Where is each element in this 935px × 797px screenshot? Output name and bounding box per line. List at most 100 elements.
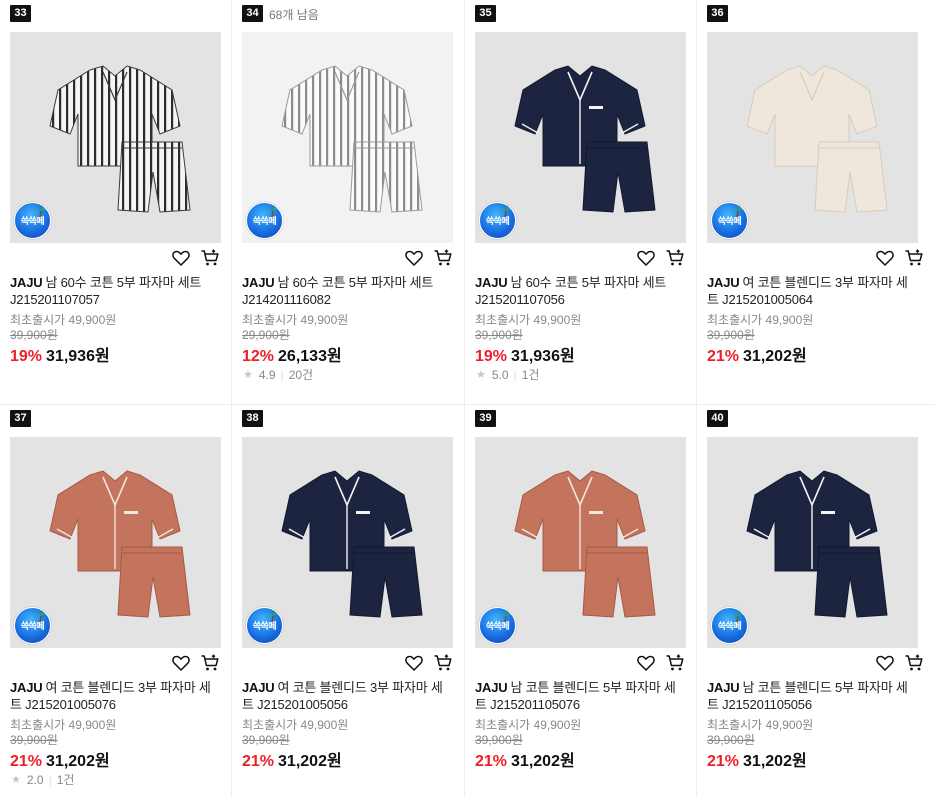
- rank-badge: 40: [707, 410, 728, 427]
- star-icon: ★: [11, 774, 21, 786]
- star-icon: ★: [476, 369, 486, 381]
- product-card[interactable]: 38 쓱쓱페 JAJU 여 코튼 블렌디드 3부 파자마 세트 J2152010…: [232, 405, 465, 797]
- product-thumbnail[interactable]: 쓱쓱페: [10, 32, 221, 243]
- cart-icon[interactable]: [433, 653, 453, 673]
- sale-price: 21% 31,202원: [475, 747, 575, 771]
- product-card[interactable]: 36 쓱쓱페 JAJU 여 코튼 블렌디드 3부 파자마 세트 J2152010…: [697, 0, 935, 405]
- discount-rate: 12%: [242, 348, 275, 365]
- review-count[interactable]: 20건: [289, 366, 313, 383]
- card-actions: [171, 653, 220, 673]
- product-thumbnail[interactable]: 쓱쓱페: [707, 32, 918, 243]
- price: 31,202원: [743, 753, 807, 770]
- product-card[interactable]: 37 쓱쓱페 JAJU 여 코튼 블렌디드 3부 파자마 세트 J2152010…: [0, 405, 232, 797]
- badge-label: 쓱쓱페: [717, 621, 742, 631]
- cart-icon[interactable]: [665, 248, 685, 268]
- cart-icon[interactable]: [200, 248, 220, 268]
- product-card[interactable]: 40 쓱쓱페 JAJU 남 코튼 블렌디드 5부 파자마 세트 J2152011…: [697, 405, 935, 797]
- sale-price: 21% 31,202원: [707, 747, 807, 771]
- product-name[interactable]: JAJU 남 60수 코튼 5부 파자마 세트 J215201107057: [10, 274, 222, 308]
- original-price: 29,900원: [242, 328, 290, 342]
- brand-name: JAJU: [475, 275, 508, 290]
- card-actions: [636, 248, 685, 268]
- cart-icon[interactable]: [904, 248, 924, 268]
- event-badge: 쓱쓱페: [14, 202, 51, 239]
- rank-badge: 33: [10, 5, 31, 22]
- event-badge: 쓱쓱페: [479, 607, 516, 644]
- price: 31,202원: [743, 348, 807, 365]
- brand-name: JAJU: [10, 275, 43, 290]
- heart-icon[interactable]: [171, 248, 191, 268]
- product-name[interactable]: JAJU 여 코튼 블렌디드 3부 파자마 세트 J215201005056: [242, 679, 454, 713]
- product-card[interactable]: 39 쓱쓱페 JAJU 남 코튼 블렌디드 5부 파자마 세트 J2152011…: [465, 405, 697, 797]
- product-card[interactable]: 34 68개 남음 쓱쓱페 JAJU 남 60수 코튼 5부 파자마 세트 J2…: [232, 0, 465, 405]
- sale-price: 21% 31,202원: [10, 747, 110, 771]
- product-thumbnail[interactable]: 쓱쓱페: [242, 32, 453, 243]
- product-card[interactable]: 33 쓱쓱페 JAJU 남 60수 코튼 5부 파자마 세트 J21520110…: [0, 0, 232, 405]
- heart-icon[interactable]: [636, 653, 656, 673]
- divider: |: [48, 772, 52, 787]
- card-actions: [404, 653, 453, 673]
- event-badge: 쓱쓱페: [246, 607, 283, 644]
- badge-label: 쓱쓱페: [252, 216, 277, 226]
- product-name[interactable]: JAJU 남 코튼 블렌디드 5부 파자마 세트 J215201105076: [475, 679, 687, 713]
- heart-icon[interactable]: [404, 248, 424, 268]
- original-price: 39,900원: [475, 733, 523, 747]
- divider: |: [280, 367, 284, 382]
- cart-icon[interactable]: [433, 248, 453, 268]
- product-thumbnail[interactable]: 쓱쓱페: [475, 437, 686, 648]
- sale-price: 19% 31,936원: [475, 342, 575, 366]
- review-count[interactable]: 1건: [57, 771, 75, 788]
- cart-icon[interactable]: [904, 653, 924, 673]
- product-thumbnail[interactable]: 쓱쓱페: [10, 437, 221, 648]
- brand-name: JAJU: [10, 680, 43, 695]
- sale-price: 21% 31,202원: [707, 342, 807, 366]
- original-price: 39,900원: [707, 328, 755, 342]
- badge-label: 쓱쓱페: [20, 216, 45, 226]
- heart-icon[interactable]: [875, 653, 895, 673]
- rating: ★ 5.0 | 1건: [476, 366, 539, 383]
- rating-score: 4.9: [258, 367, 276, 382]
- product-name[interactable]: JAJU 남 60수 코튼 5부 파자마 세트 J215201107056: [475, 274, 687, 308]
- original-price: 39,900원: [707, 733, 755, 747]
- rank-badge: 34: [242, 5, 263, 22]
- brand-name: JAJU: [707, 275, 740, 290]
- product-thumbnail[interactable]: 쓱쓱페: [475, 32, 686, 243]
- rank-badge: 36: [707, 5, 728, 22]
- product-card[interactable]: 35 쓱쓱페 JAJU 남 60수 코튼 5부 파자마 세트 J21520110…: [465, 0, 697, 405]
- badge-label: 쓱쓱페: [717, 216, 742, 226]
- heart-icon[interactable]: [875, 248, 895, 268]
- rating: ★ 4.9 | 20건: [243, 366, 313, 383]
- cart-icon[interactable]: [200, 653, 220, 673]
- discount-rate: 21%: [707, 753, 740, 770]
- heart-icon[interactable]: [171, 653, 191, 673]
- product-name[interactable]: JAJU 여 코튼 블렌디드 3부 파자마 세트 J215201005076: [10, 679, 222, 713]
- card-actions: [875, 248, 924, 268]
- heart-icon[interactable]: [404, 653, 424, 673]
- original-price: 39,900원: [242, 733, 290, 747]
- sale-price: 21% 31,202원: [242, 747, 342, 771]
- rating: ★ 2.0 | 1건: [11, 771, 74, 788]
- discount-rate: 21%: [242, 753, 275, 770]
- review-count[interactable]: 1건: [522, 366, 540, 383]
- event-badge: 쓱쓱페: [479, 202, 516, 239]
- heart-icon[interactable]: [636, 248, 656, 268]
- sale-price: 12% 26,133원: [242, 342, 342, 366]
- product-name[interactable]: JAJU 남 코튼 블렌디드 5부 파자마 세트 J215201105056: [707, 679, 919, 713]
- card-actions: [171, 248, 220, 268]
- discount-rate: 19%: [10, 348, 43, 365]
- cart-icon[interactable]: [665, 653, 685, 673]
- product-name[interactable]: JAJU 남 60수 코튼 5부 파자마 세트 J214201116082: [242, 274, 454, 308]
- product-thumbnail[interactable]: 쓱쓱페: [707, 437, 918, 648]
- discount-rate: 21%: [707, 348, 740, 365]
- sale-price: 19% 31,936원: [10, 342, 110, 366]
- card-actions: [875, 653, 924, 673]
- badge-label: 쓱쓱페: [20, 621, 45, 631]
- rank-badge: 35: [475, 5, 496, 22]
- brand-name: JAJU: [242, 680, 275, 695]
- original-price: 39,900원: [10, 328, 58, 342]
- product-name[interactable]: JAJU 여 코튼 블렌디드 3부 파자마 세트 J215201005064: [707, 274, 919, 308]
- brand-name: JAJU: [475, 680, 508, 695]
- product-grid: 33 쓱쓱페 JAJU 남 60수 코튼 5부 파자마 세트 J21520110…: [0, 0, 935, 797]
- product-thumbnail[interactable]: 쓱쓱페: [242, 437, 453, 648]
- price: 31,936원: [511, 348, 575, 365]
